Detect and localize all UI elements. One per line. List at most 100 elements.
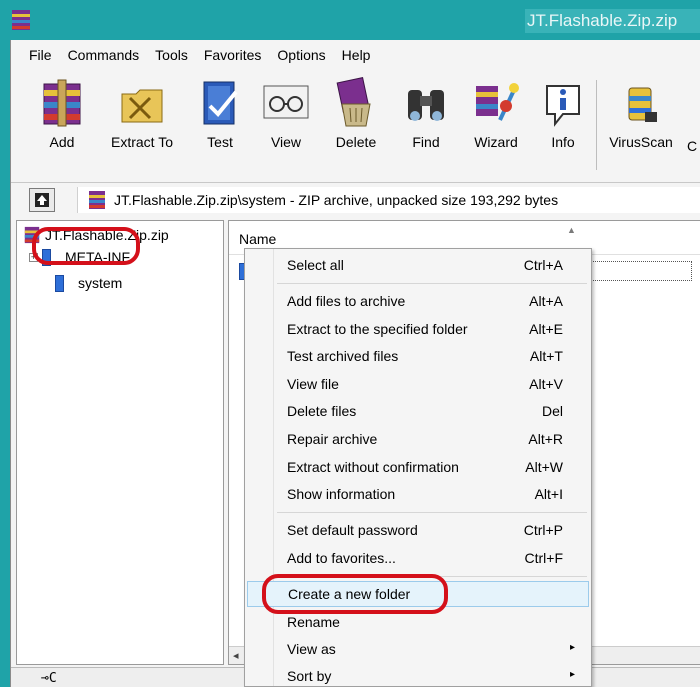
find-button[interactable]: Find <box>395 76 457 176</box>
menu-item-shortcut: Del <box>541 403 563 419</box>
menu-item-extract-no-confirm[interactable]: Extract without confirmation Alt+W <box>247 455 589 481</box>
menu-item-label: Show information <box>287 486 396 502</box>
info-label: Info <box>551 134 575 150</box>
menu-item-label: Set default password <box>287 522 418 538</box>
archive-icon <box>24 226 40 244</box>
extract-to-button[interactable]: Extract To <box>99 76 185 176</box>
toolbar: Add Extract To Test View Delete Find Wiz… <box>11 70 700 182</box>
menu-item-label: View as <box>287 641 336 657</box>
context-menu: Select all Ctrl+A Add files to archive A… <box>244 248 592 687</box>
menu-item-rename[interactable]: Rename <box>247 610 589 636</box>
menu-separator <box>277 512 587 513</box>
delete-label: Delete <box>335 134 377 150</box>
test-button[interactable]: Test <box>189 76 251 176</box>
menu-item-shortcut: Alt+W <box>525 459 563 475</box>
tree-item-meta-inf[interactable]: + META-INF <box>29 247 130 267</box>
delete-button[interactable]: Delete <box>321 76 391 176</box>
menu-item-label: Sort by <box>287 668 332 684</box>
menu-item-label: Extract to the specified folder <box>287 321 468 337</box>
menu-item-delete-files[interactable]: Delete files Del <box>247 399 589 425</box>
menu-tools[interactable]: Tools <box>147 45 196 65</box>
menu-item-label: Test archived files <box>287 348 399 364</box>
menu-item-set-default-password[interactable]: Set default password Ctrl+P <box>247 518 589 544</box>
menu-favorites[interactable]: Favorites <box>196 45 270 65</box>
menu-item-show-information[interactable]: Show information Alt+I <box>247 482 589 508</box>
submenu-arrow-icon: ▸ <box>569 669 575 680</box>
virusscan-button[interactable]: VirusScan <box>603 76 679 176</box>
find-label: Find <box>412 134 440 150</box>
archive-books-icon <box>43 79 81 127</box>
menu-item-shortcut: Alt+V <box>529 376 563 392</box>
menu-item-shortcut: Alt+R <box>528 431 563 447</box>
menu-item-add-files[interactable]: Add files to archive Alt+A <box>247 289 589 315</box>
menu-item-label: Add to favorites... <box>287 550 396 566</box>
tree-root-label: JT.Flashable.Zip.zip <box>45 227 169 243</box>
info-button[interactable]: Info <box>533 76 593 176</box>
delete-trash-icon <box>336 77 371 127</box>
menu-item-repair-archive[interactable]: Repair archive Alt+R <box>247 427 589 453</box>
menu-file[interactable]: File <box>21 45 60 65</box>
menu-item-shortcut: Ctrl+P <box>523 522 563 538</box>
menu-item-extract-to-folder[interactable]: Extract to the specified folder Alt+E <box>247 317 589 343</box>
add-button[interactable]: Add <box>29 76 95 176</box>
view-label: View <box>270 134 302 150</box>
menu-item-view-file[interactable]: View file Alt+V <box>247 372 589 398</box>
menu-item-label: View file <box>287 376 339 392</box>
column-name-header[interactable]: Name <box>239 231 276 247</box>
address-field[interactable]: JT.Flashable.Zip.zip\system - ZIP archiv… <box>77 187 700 213</box>
menu-item-view-as[interactable]: View as ▸ <box>247 637 589 663</box>
menu-separator <box>277 283 587 284</box>
wizard-icon <box>476 83 519 121</box>
menu-item-label: Add files to archive <box>287 293 406 309</box>
view-button[interactable]: View <box>255 76 317 176</box>
menu-item-sort-by[interactable]: Sort by ▸ <box>247 664 589 687</box>
window-title: JT.Flashable.Zip.zip <box>525 9 700 33</box>
wizard-label: Wizard <box>474 134 518 150</box>
sort-arrow-icon: ▲ <box>567 225 576 235</box>
view-glasses-icon <box>263 85 309 119</box>
menu-item-shortcut: Alt+I <box>534 486 563 502</box>
comment-button[interactable]: C <box>683 76 700 176</box>
binoculars-icon <box>408 90 444 121</box>
menu-options[interactable]: Options <box>269 45 333 65</box>
test-checkmark-icon <box>203 81 238 125</box>
status-key-icon: ⊸C <box>41 671 57 686</box>
add-label: Add <box>49 134 75 150</box>
address-bar: JT.Flashable.Zip.zip\system - ZIP archiv… <box>11 182 700 216</box>
tree-item-system[interactable]: system <box>55 273 122 293</box>
folder-tree: JT.Flashable.Zip.zip + META-INF system <box>16 220 224 665</box>
toolbar-separator <box>596 80 597 170</box>
menu-commands[interactable]: Commands <box>60 45 148 65</box>
menu-separator <box>277 576 587 577</box>
menu-help[interactable]: Help <box>334 45 379 65</box>
menu-item-shortcut: Ctrl+A <box>523 257 563 273</box>
virusscan-label: VirusScan <box>609 134 673 150</box>
menu-item-label: Rename <box>287 614 340 630</box>
extract-to-label: Extract To <box>111 134 173 150</box>
menu-item-label: Select all <box>287 257 344 273</box>
winrar-app-icon[interactable] <box>10 8 32 32</box>
menu-item-shortcut: Ctrl+F <box>524 550 564 566</box>
title-bar[interactable]: JT.Flashable.Zip.zip <box>0 0 700 40</box>
up-folder-button[interactable] <box>29 188 55 212</box>
folder-icon <box>55 274 64 292</box>
info-icon <box>546 85 580 127</box>
menu-item-create-new-folder[interactable]: Create a new folder <box>247 581 589 607</box>
tree-root[interactable]: JT.Flashable.Zip.zip <box>23 225 169 245</box>
wizard-button[interactable]: Wizard <box>461 76 531 176</box>
menu-item-label: Extract without confirmation <box>287 459 459 475</box>
menu-item-test-files[interactable]: Test archived files Alt+T <box>247 344 589 370</box>
menu-item-select-all[interactable]: Select all Ctrl+A <box>247 253 589 279</box>
test-label: Test <box>207 134 233 150</box>
menu-item-label: Repair archive <box>287 431 378 447</box>
expand-icon[interactable]: + <box>29 252 38 262</box>
menu-item-shortcut: Alt+T <box>529 348 563 364</box>
scroll-left-icon[interactable]: ◂ <box>233 649 239 662</box>
extract-folder-icon <box>121 89 163 123</box>
menu-bar: File Commands Tools Favorites Options He… <box>11 42 700 68</box>
address-path: JT.Flashable.Zip.zip\system - ZIP archiv… <box>114 192 559 208</box>
menu-item-label: Create a new folder <box>288 586 411 602</box>
menu-item-add-to-favorites[interactable]: Add to favorites... Ctrl+F <box>247 546 589 572</box>
menu-item-shortcut: Alt+A <box>529 293 563 309</box>
submenu-arrow-icon: ▸ <box>569 642 575 653</box>
